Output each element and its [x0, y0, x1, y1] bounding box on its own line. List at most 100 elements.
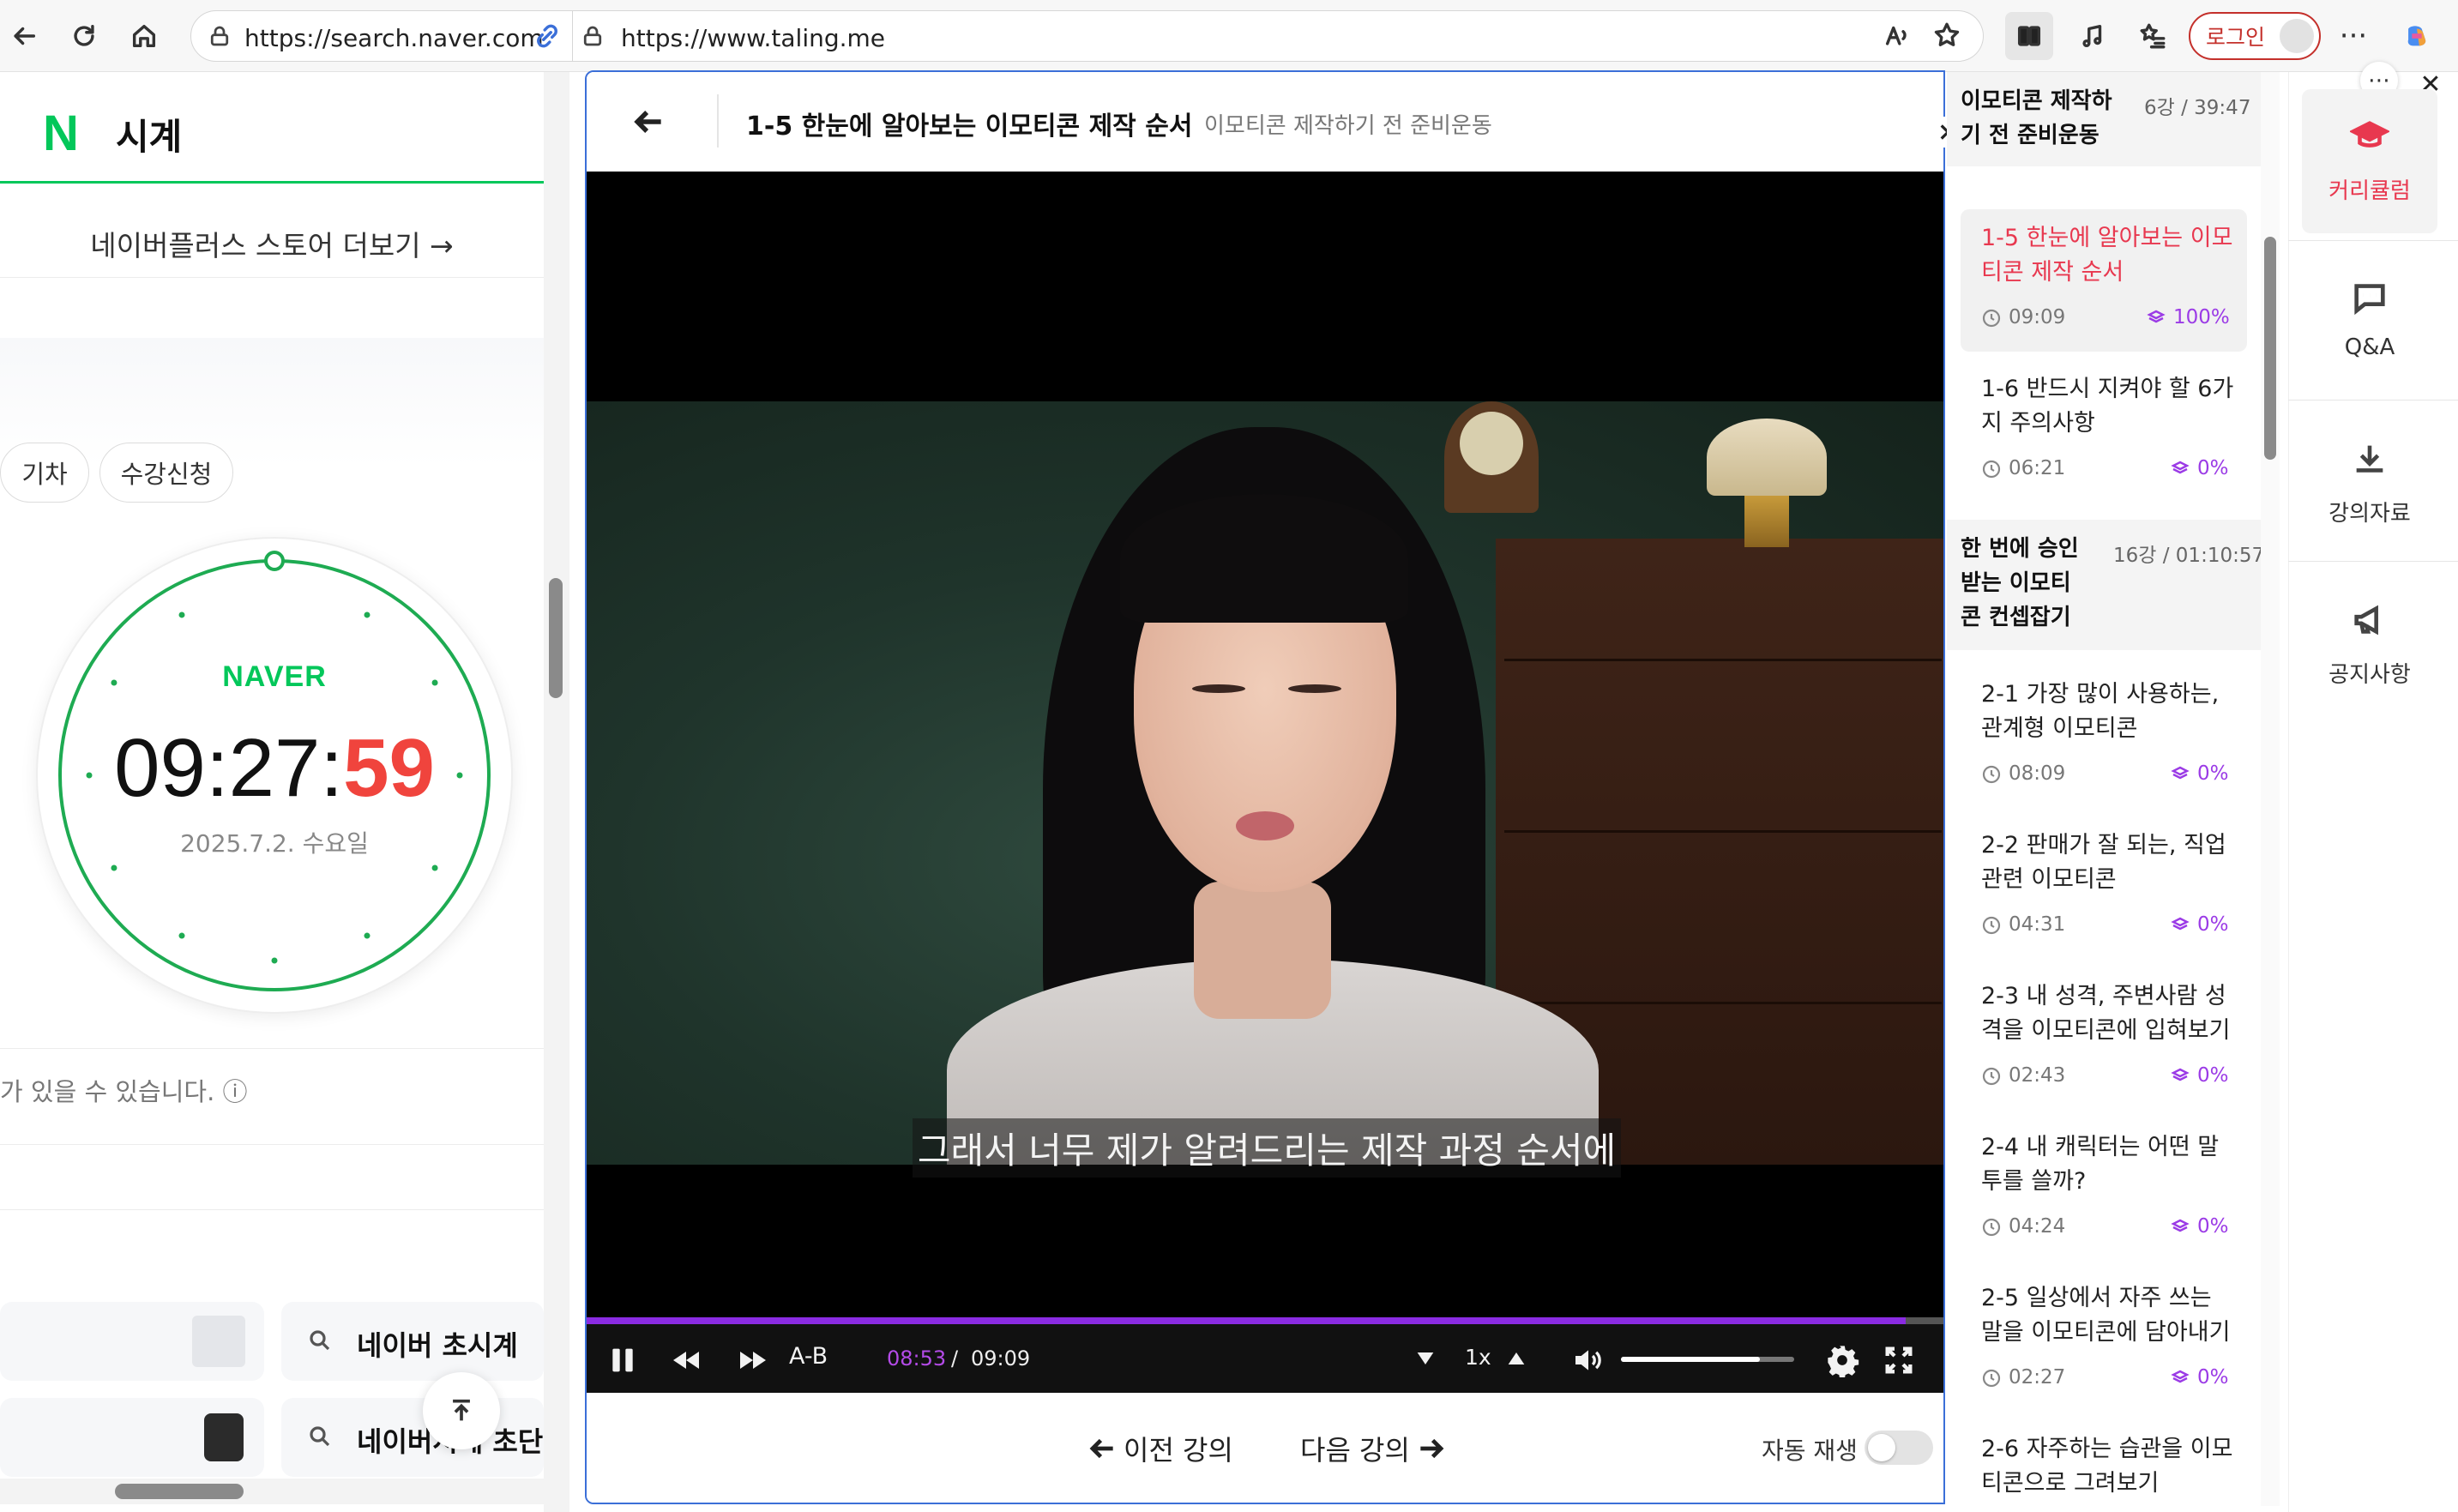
- collections-button[interactable]: [2129, 12, 2177, 60]
- section-meta: 6강 / 39:47: [2144, 97, 2251, 119]
- clock-icon: [1981, 308, 2002, 328]
- login-button[interactable]: 로그인: [2189, 12, 2321, 60]
- read-aloud-icon: [1885, 26, 1907, 45]
- ab-repeat-button[interactable]: A-B: [789, 1343, 828, 1370]
- clock-tick: [431, 864, 438, 871]
- gear-icon: [1828, 1346, 1859, 1377]
- star-icon: [1934, 22, 1960, 46]
- lesson-progress: 0%: [2197, 1064, 2229, 1087]
- pause-button[interactable]: [604, 1341, 642, 1379]
- curriculum-section-header[interactable]: 한 번에 승인 받는 이모티콘 컨셉잡기 16강 / 01:10:57: [1947, 520, 2264, 650]
- address-bar-right[interactable]: https://www.taling.me: [573, 10, 1984, 62]
- related-card-thumb-1[interactable]: [0, 1302, 264, 1381]
- store-more-link[interactable]: 네이버플러스 스토어 더보기 →: [0, 209, 544, 278]
- login-label: 로그인: [2206, 25, 2266, 50]
- mute-button[interactable]: [1569, 1341, 1607, 1379]
- back-button[interactable]: [0, 12, 48, 60]
- tab-materials[interactable]: 강의자료: [2302, 412, 2437, 556]
- browser-toolbar: https://search.naver.com https://www.tal…: [0, 0, 2458, 72]
- player-controls: A-B 08:53 / 09:09 1x: [587, 1324, 1943, 1393]
- clock-second-marker: [264, 551, 285, 571]
- scene-drawer-line: [1504, 659, 1942, 661]
- lesson-item[interactable]: 2-6 자주하는 습관을 이모티콘으로 그려보기: [1961, 1420, 2247, 1506]
- lesson-title: 2-5 일상에서 자주 쓰는 말을 이모티콘에 담아내기: [1981, 1285, 2231, 1346]
- next-lecture-label: 다음 강의: [1300, 1434, 1410, 1467]
- total-time: 09:09: [971, 1346, 1031, 1370]
- scrollbar-thumb[interactable]: [2264, 237, 2276, 460]
- tab-curriculum[interactable]: 커리큘럼: [2302, 89, 2437, 233]
- playback-speed: 1x: [1465, 1345, 1491, 1370]
- naver-logo[interactable]: N: [43, 105, 79, 162]
- video-subtitle: 그래서 너무 제가 알려드리는 제작 과정 순서에: [587, 1118, 1943, 1178]
- lesson-item[interactable]: 2-2 판매가 잘 되는, 직업 관련 이모티콘 04:31 0%: [1961, 816, 2247, 959]
- divider: [717, 94, 719, 148]
- pause-icon: [612, 1348, 633, 1372]
- search-icon: [307, 1328, 333, 1353]
- clock-tick: [178, 932, 185, 939]
- clock-hours-minutes: 09:27:: [114, 722, 344, 814]
- speed-up-button[interactable]: [1501, 1343, 1532, 1374]
- scroll-top-button[interactable]: [423, 1372, 500, 1449]
- more-menu-button[interactable]: ···: [2329, 12, 2377, 60]
- progress-icon: [2170, 1066, 2190, 1087]
- settings-button[interactable]: [1823, 1341, 1861, 1379]
- arrow-right-icon: [1420, 1438, 1444, 1459]
- read-aloud-button[interactable]: [1875, 13, 1919, 57]
- fast-forward-button[interactable]: [734, 1341, 772, 1379]
- lesson-item[interactable]: 2-4 내 캐릭터는 어떤 말투를 쓸까? 04:24 0%: [1961, 1118, 2247, 1261]
- speed-down-button[interactable]: [1410, 1343, 1441, 1374]
- chip-train[interactable]: 기차: [0, 443, 89, 503]
- clock-icon: [1981, 1066, 2002, 1087]
- lesson-item[interactable]: 2-3 내 성격, 주변사람 성격을 이모티콘에 입혀보기 02:43 0%: [1961, 967, 2247, 1110]
- related-search-seconds[interactable]: 네이버시계 초단: [281, 1398, 544, 1477]
- scrollbar-thumb[interactable]: [115, 1484, 244, 1499]
- chip-course-registration[interactable]: 수강신청: [99, 443, 233, 503]
- favorite-button[interactable]: [1925, 13, 1969, 57]
- split-link-button[interactable]: [525, 14, 569, 58]
- page-title: 시계: [116, 116, 183, 158]
- media-button[interactable]: [2069, 12, 2117, 60]
- fullscreen-button[interactable]: [1880, 1341, 1918, 1379]
- lecture-chapter: 이모티콘 제작하기 전 준비운동: [1204, 113, 1492, 139]
- chat-bubble-icon: [2350, 278, 2389, 317]
- curriculum-section-header[interactable]: 이모티콘 제작하기 전 준비운동 6강 / 39:47: [1947, 72, 2261, 166]
- triangle-up-icon: [1508, 1352, 1525, 1364]
- split-screen-button[interactable]: [2005, 12, 2053, 60]
- next-lecture-button[interactable]: 다음 강의: [1300, 1429, 1448, 1468]
- fast-forward-icon: [740, 1352, 766, 1369]
- section-title: 이모티콘 제작하기 전 준비운동: [1961, 88, 2112, 148]
- scrollbar-thumb[interactable]: [549, 578, 563, 698]
- lesson-item-active[interactable]: 1-5 한눈에 알아보는 이모티콘 제작 순서 09:09 100%: [1961, 209, 2247, 352]
- address-bar-left[interactable]: https://search.naver.com: [190, 10, 573, 62]
- scene-eye: [1192, 684, 1245, 693]
- scene-clock-face: [1460, 412, 1523, 475]
- clock-seconds: 59: [343, 722, 435, 814]
- volume-icon: [1575, 1350, 1601, 1370]
- banner-area: [0, 338, 544, 467]
- clock-icon: [1981, 915, 2002, 936]
- lesson-title: 1-5 한눈에 알아보는 이모티콘 제작 순서: [1981, 225, 2233, 286]
- tab-notices[interactable]: 공지사항: [2302, 573, 2437, 717]
- megaphone-icon: [2350, 600, 2389, 640]
- rewind-button[interactable]: [667, 1341, 705, 1379]
- thumbnail: [204, 1413, 244, 1461]
- copilot-button[interactable]: [2393, 12, 2441, 60]
- video-player[interactable]: 그래서 너무 제가 알려드리는 제작 과정 순서에: [587, 172, 1943, 1391]
- copilot-icon: [2407, 26, 2426, 46]
- tab-qna[interactable]: Q&A: [2302, 250, 2437, 395]
- lesson-item[interactable]: 2-1 가장 많이 사용하는, 관계형 이모티콘 08:09 0%: [1961, 666, 2247, 808]
- lesson-duration: 04:24: [2009, 1215, 2066, 1238]
- lesson-item[interactable]: 2-5 일상에서 자주 쓰는 말을 이모티콘에 담아내기 02:27 0%: [1961, 1269, 2247, 1412]
- refresh-button[interactable]: [60, 12, 108, 60]
- related-card-thumb-2[interactable]: [0, 1398, 264, 1477]
- home-button[interactable]: [120, 12, 168, 60]
- lecture-back-button[interactable]: [630, 103, 667, 141]
- autoplay-toggle-knob[interactable]: [1868, 1434, 1895, 1461]
- prev-lecture-button[interactable]: 이전 강의: [1086, 1429, 1233, 1468]
- progress-icon: [2146, 308, 2166, 328]
- lesson-item[interactable]: 1-6 반드시 지켜야 할 6가지 주의사항 06:21 0%: [1961, 360, 2247, 503]
- vertical-scrollbar[interactable]: [544, 72, 569, 1512]
- video-pane: 1-5 한눈에 알아보는 이모티콘 제작 순서 이모티콘 제작하기 전 준비운동…: [585, 70, 1945, 1504]
- horizontal-scrollbar[interactable]: [0, 1479, 544, 1504]
- related-search-stopwatch[interactable]: 네이버 초시계: [281, 1302, 544, 1381]
